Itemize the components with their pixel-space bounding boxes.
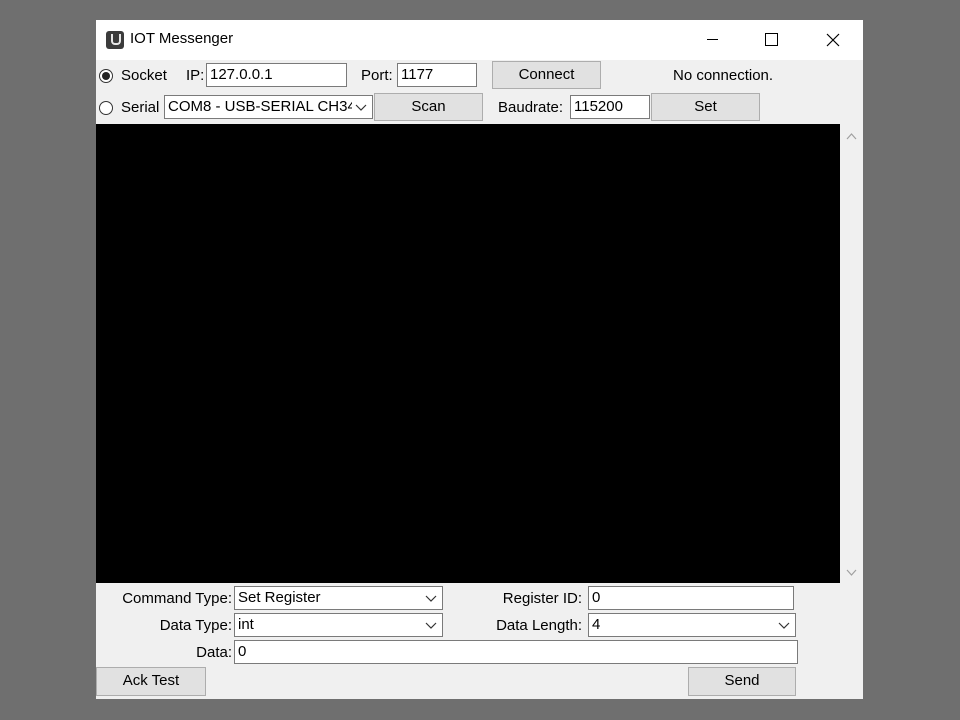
data-label: Data: <box>196 644 232 661</box>
chevron-up-icon[interactable] <box>845 130 858 143</box>
app-logo-icon <box>106 31 124 49</box>
close-icon <box>826 33 840 47</box>
port-label: Port: <box>361 67 393 84</box>
app-window: IOT Messenger Socket IP: 127.0.0.1 Port:… <box>96 20 863 699</box>
port-input[interactable]: 1177 <box>397 63 477 87</box>
minimize-button[interactable] <box>684 20 742 60</box>
command-type-value: Set Register <box>238 589 321 606</box>
ack-test-button[interactable]: Ack Test <box>96 667 206 696</box>
serial-port-select[interactable]: COM8 - USB-SERIAL CH340 <box>164 95 373 119</box>
socket-radio[interactable] <box>99 69 113 83</box>
console-output[interactable] <box>96 124 840 583</box>
connection-status: No connection. <box>673 67 774 84</box>
chevron-down-icon <box>778 622 790 629</box>
ip-input[interactable]: 127.0.0.1 <box>206 63 347 87</box>
command-type-select[interactable]: Set Register <box>234 586 443 610</box>
maximize-button[interactable] <box>742 20 800 60</box>
chevron-down-icon <box>355 104 367 111</box>
register-id-label: Register ID: <box>502 590 582 607</box>
data-type-select[interactable]: int <box>234 613 443 637</box>
serial-radio[interactable] <box>99 101 113 115</box>
ip-label: IP: <box>186 67 205 84</box>
send-button[interactable]: Send <box>688 667 796 696</box>
baudrate-label: Baudrate: <box>498 99 564 116</box>
data-length-value: 4 <box>592 616 601 633</box>
command-type-label: Command Type: <box>122 590 232 607</box>
scan-button[interactable]: Scan <box>374 93 483 121</box>
data-type-label: Data Type: <box>159 617 232 634</box>
serial-port-value: COM8 - USB-SERIAL CH340 <box>168 98 352 115</box>
data-type-value: int <box>238 616 254 633</box>
data-input[interactable]: 0 <box>234 640 798 664</box>
socket-label: Socket <box>121 67 167 84</box>
connect-button[interactable]: Connect <box>492 61 601 89</box>
baudrate-input[interactable]: 115200 <box>570 95 650 119</box>
data-length-label: Data Length: <box>496 617 582 634</box>
window-title: IOT Messenger <box>130 30 234 47</box>
close-button[interactable] <box>804 20 862 60</box>
title-bar[interactable]: IOT Messenger <box>96 20 863 60</box>
set-button[interactable]: Set <box>651 93 760 121</box>
console-scrollbar[interactable] <box>840 124 863 583</box>
chevron-down-icon[interactable] <box>845 566 858 579</box>
chevron-down-icon <box>425 622 437 629</box>
serial-label: Serial <box>121 99 160 116</box>
register-id-input[interactable]: 0 <box>588 586 794 610</box>
data-length-select[interactable]: 4 <box>588 613 796 637</box>
chevron-down-icon <box>425 595 437 602</box>
